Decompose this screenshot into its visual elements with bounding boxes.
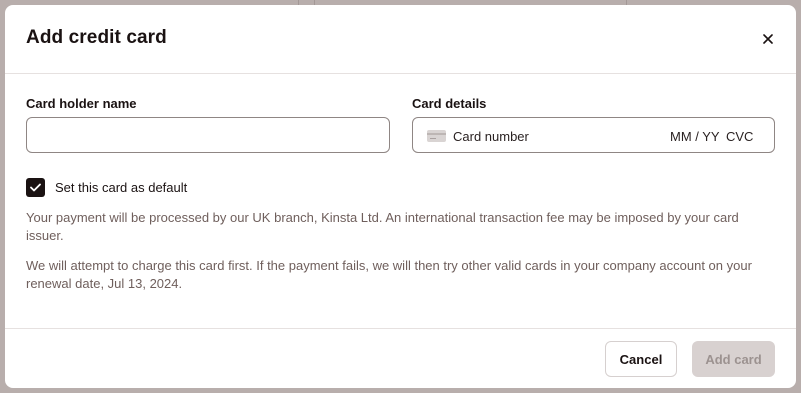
card-number-input[interactable]: Card number (453, 129, 529, 144)
modal-title: Add credit card (26, 27, 167, 48)
card-expiry-input[interactable]: MM / YY (670, 129, 720, 144)
modal-header: Add credit card (5, 5, 796, 74)
payment-info-text: Your payment will be processed by our UK… (26, 210, 739, 243)
card-cvc-input[interactable]: CVC (726, 129, 753, 144)
charge-info-text: We will attempt to charge this card firs… (26, 258, 752, 291)
card-holder-label: Card holder name (26, 96, 137, 111)
modal-footer (5, 328, 796, 329)
card-details-label: Card details (412, 96, 487, 111)
card-holder-input[interactable] (26, 117, 390, 153)
cancel-button[interactable]: Cancel (605, 341, 677, 377)
default-card-checkbox[interactable] (26, 178, 45, 197)
add-credit-card-dialog: Add credit card Card holder name Card de… (5, 5, 796, 388)
close-button[interactable] (756, 27, 780, 51)
add-card-button[interactable]: Add card (692, 341, 775, 377)
default-card-label[interactable]: Set this card as default (55, 180, 187, 195)
credit-card-icon (427, 130, 446, 142)
card-details-field[interactable]: Card number MM / YY CVC (412, 117, 775, 153)
close-icon (763, 34, 773, 44)
checkmark-icon (30, 183, 41, 192)
